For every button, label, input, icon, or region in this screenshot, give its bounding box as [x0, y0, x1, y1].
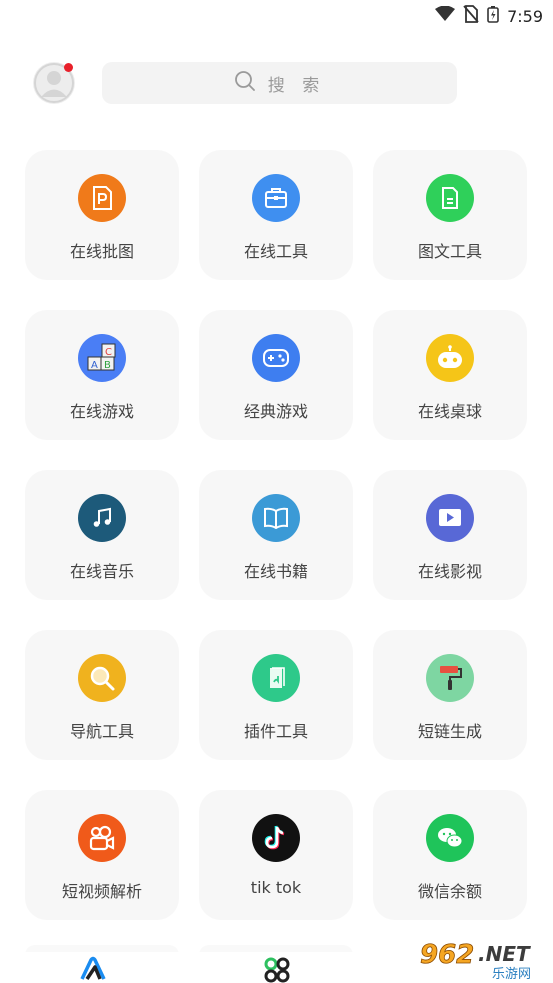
search-placeholder: 搜 索 — [267, 75, 326, 96]
search-bar[interactable]: 搜 索 — [102, 62, 457, 104]
tile-label: 经典游戏 — [243, 402, 308, 421]
tile-label: 在线音乐 — [69, 562, 134, 581]
tile-image-text-tools[interactable]: 图文工具 — [373, 150, 527, 280]
nav-home[interactable] — [78, 956, 108, 983]
wifi-icon — [435, 5, 456, 26]
nav-apps[interactable] — [263, 956, 291, 983]
tile-label: 导航工具 — [69, 722, 134, 741]
video-play-icon — [426, 494, 474, 542]
abc-blocks-icon: C A B — [78, 334, 126, 382]
paint-roller-icon — [426, 654, 474, 702]
magnifier-icon — [78, 654, 126, 702]
tile-online-video[interactable]: 在线影视 — [373, 470, 527, 600]
tile-short-video-parse[interactable]: 短视频解析 — [25, 790, 179, 920]
tile-online-tools[interactable]: 在线工具 — [199, 150, 353, 280]
apps-grid-icon — [263, 957, 291, 983]
tile-label: 在线工具 — [243, 242, 308, 261]
tile-plugin-tools[interactable]: 插件工具 — [199, 630, 353, 760]
svg-text:C: C — [105, 347, 112, 358]
tile-label: tik tok — [250, 878, 302, 897]
tile-label: 在线游戏 — [69, 402, 134, 421]
svg-text:乐游网: 乐游网 — [492, 967, 531, 981]
tile-tiktok[interactable]: tik tok — [199, 790, 353, 920]
tile-short-link[interactable]: 短链生成 — [373, 630, 527, 760]
tile-classic-games[interactable]: 经典游戏 — [199, 310, 353, 440]
ppt-file-icon — [78, 174, 126, 222]
tile-label: 在线影视 — [417, 562, 482, 581]
tile-online-billiards[interactable]: 在线桌球 — [373, 310, 527, 440]
tile-label: 在线书籍 — [243, 562, 308, 581]
tile-online-books[interactable]: 在线书籍 — [199, 470, 353, 600]
tile-label: 微信余额 — [417, 882, 482, 901]
tool-grid: 在线批图 在线工具 图文工具 C A B 在线游戏 经典游戏 在线桌球 在线音乐… — [25, 150, 528, 920]
notification-dot — [64, 63, 73, 72]
tile-online-games[interactable]: C A B 在线游戏 — [25, 310, 179, 440]
tile-label: 短视频解析 — [61, 882, 142, 901]
no-sim-icon — [463, 5, 479, 27]
tiktok-icon — [252, 814, 300, 862]
gamepad-icon — [252, 334, 300, 382]
search-icon — [234, 70, 256, 96]
status-icons: 7:59 — [435, 5, 543, 27]
tile-label: 短链生成 — [417, 722, 482, 741]
open-book-icon — [252, 494, 300, 542]
svg-text:962: 962 — [420, 940, 474, 970]
briefcase-icon — [252, 174, 300, 222]
status-bar: 7:59 — [0, 0, 553, 32]
watermark-logo: 962 .NET 乐游网 — [414, 935, 550, 982]
tile-label: 在线批图 — [69, 242, 134, 261]
battery-charging-icon — [487, 5, 499, 27]
tile-wechat-balance[interactable]: 微信余额 — [373, 790, 527, 920]
home-logo-icon — [78, 956, 108, 983]
tile-label: 在线桌球 — [417, 402, 482, 421]
tile-label: 图文工具 — [417, 242, 482, 261]
tile-online-music[interactable]: 在线音乐 — [25, 470, 179, 600]
document-icon — [426, 174, 474, 222]
plugin-icon — [252, 654, 300, 702]
svg-text:B: B — [104, 360, 111, 371]
robot-face-icon — [426, 334, 474, 382]
tile-online-image[interactable]: 在线批图 — [25, 150, 179, 280]
tile-label: 插件工具 — [243, 722, 308, 741]
kuaishou-camera-icon — [78, 814, 126, 862]
music-note-icon — [78, 494, 126, 542]
tile-navigation-tools[interactable]: 导航工具 — [25, 630, 179, 760]
svg-text:A: A — [91, 360, 98, 371]
clock: 7:59 — [507, 6, 543, 26]
wechat-icon — [426, 814, 474, 862]
svg-text:.NET: .NET — [478, 942, 531, 966]
